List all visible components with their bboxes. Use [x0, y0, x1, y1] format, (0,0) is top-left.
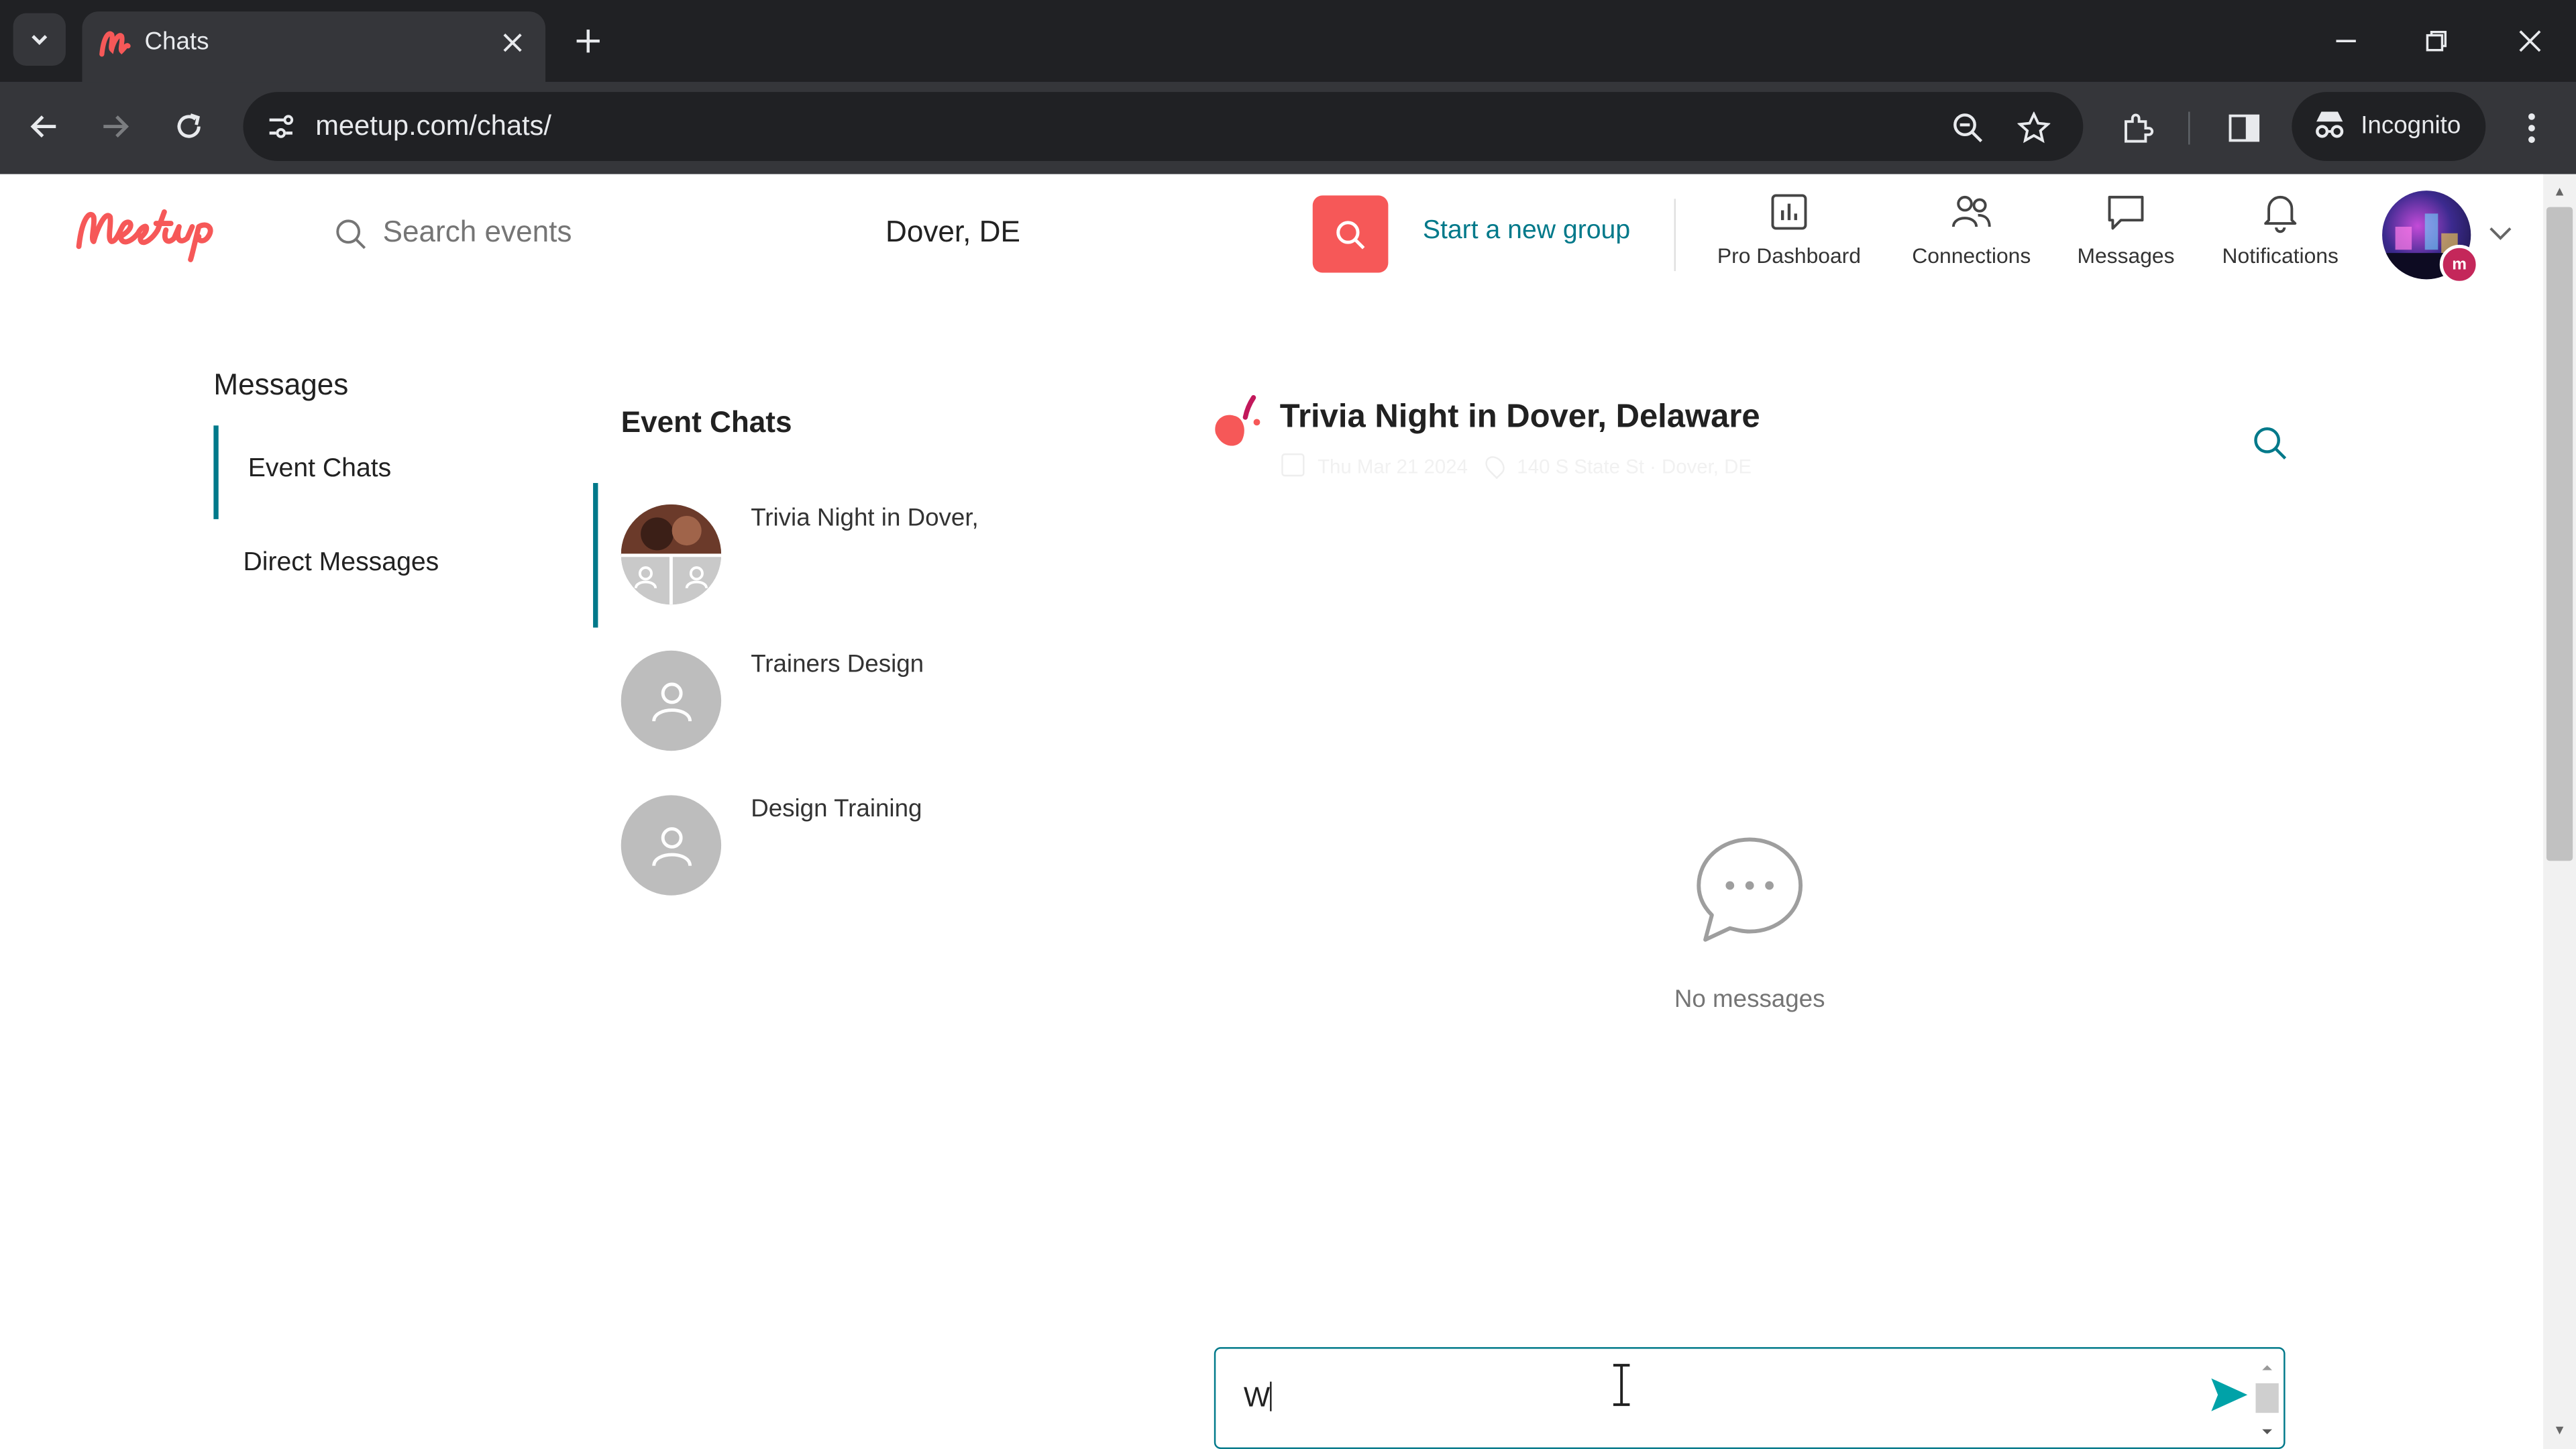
- reload-icon[interactable]: [164, 102, 213, 151]
- close-window-icon[interactable]: [2506, 16, 2555, 65]
- browser-tab-bar: Chats: [0, 0, 2576, 83]
- sidebar-item-event-chats[interactable]: Event Chats: [248, 455, 391, 484]
- minimize-icon[interactable]: [2321, 16, 2370, 65]
- conversation-title: Trivia Night in Dover, Delaware: [1279, 399, 1760, 435]
- people-icon: [1951, 195, 1991, 227]
- url-text[interactable]: meetup.com/chats/: [315, 110, 551, 143]
- address-bar[interactable]: meetup.com/chats/: [243, 92, 2084, 162]
- browser-tab[interactable]: Chats: [82, 11, 546, 83]
- chat-item-design-training[interactable]: Design Training: [751, 795, 922, 823]
- chevron-down-icon[interactable]: [2484, 217, 2517, 250]
- chat-item-trainers-design[interactable]: Trainers Design: [751, 651, 924, 679]
- event-date: Thu Mar 21 2024: [1318, 455, 1468, 478]
- plus-icon[interactable]: [567, 19, 610, 62]
- calendar-icon: [1281, 453, 1305, 477]
- person-icon: [651, 682, 691, 721]
- star-icon[interactable]: [2014, 109, 2053, 148]
- messages-label: Messages: [2077, 243, 2175, 268]
- chat-icon: [2108, 195, 2144, 230]
- group-chat-avatar[interactable]: [621, 504, 722, 605]
- no-messages-text: No messages: [1674, 985, 1825, 1014]
- connections-label: Connections: [1912, 243, 2031, 268]
- pro-dashboard-nav[interactable]: Pro Dashboard: [1712, 191, 1866, 268]
- active-indicator: [213, 425, 219, 519]
- chart-icon: [1771, 194, 1807, 230]
- site-info-icon[interactable]: [260, 105, 303, 148]
- search-events-placeholder: Search events: [382, 215, 572, 248]
- back-icon[interactable]: [19, 102, 68, 151]
- close-icon[interactable]: [496, 26, 529, 59]
- meetup-favicon-icon: [99, 28, 131, 58]
- more-icon[interactable]: [2509, 105, 2555, 152]
- start-new-group-link[interactable]: Start a new group: [1423, 217, 1630, 246]
- page-content: Search events Dover, DE Start a new grou…: [0, 174, 2544, 1449]
- browser-toolbar: meetup.com/chats/ Incognito: [0, 82, 2576, 174]
- scroll-up-icon[interactable]: ▲: [2550, 184, 2569, 203]
- chat-avatar-placeholder[interactable]: [621, 650, 722, 751]
- restore-icon[interactable]: [2412, 16, 2461, 65]
- composer-scrollbar[interactable]: [2254, 1358, 2280, 1440]
- event-address: 140 S State St · Dover, DE: [1517, 455, 1752, 478]
- scroll-down-icon[interactable]: ▼: [2550, 1423, 2569, 1442]
- active-chat-indicator: [593, 483, 598, 628]
- location-field[interactable]: Dover, DE: [885, 215, 1020, 250]
- sidebar-item-direct-messages[interactable]: Direct Messages: [243, 549, 439, 578]
- incognito-label: Incognito: [2361, 111, 2461, 140]
- toolbar-divider: [2188, 111, 2190, 145]
- incognito-icon: [2312, 109, 2348, 150]
- tab-title: Chats: [144, 28, 209, 56]
- chat-item-trivia-night[interactable]: Trivia Night in Dover,: [751, 504, 979, 533]
- message-input-text[interactable]: W: [1244, 1381, 1272, 1415]
- notifications-nav[interactable]: Notifications: [2210, 191, 2351, 268]
- empty-chat-icon: [1694, 835, 1806, 947]
- avatar-badge: m: [2439, 244, 2479, 284]
- bell-icon: [2264, 195, 2297, 233]
- event-chats-heading: Event Chats: [621, 405, 792, 439]
- conversation-search-icon[interactable]: [2249, 422, 2292, 465]
- forward-icon[interactable]: [91, 102, 140, 151]
- connections-nav[interactable]: Connections: [1902, 191, 2041, 268]
- search-button[interactable]: [1312, 195, 1389, 273]
- send-icon[interactable]: [2208, 1373, 2251, 1416]
- chat-avatar-placeholder[interactable]: [621, 795, 722, 896]
- person-icon: [651, 826, 691, 865]
- scrollbar-thumb[interactable]: [2546, 207, 2573, 861]
- search-icon: [335, 219, 368, 260]
- text-cursor-icon: [1610, 1364, 1633, 1407]
- location-pin-icon: [1482, 452, 1509, 480]
- tab-list-icon[interactable]: [13, 13, 66, 66]
- zoom-icon[interactable]: [1949, 109, 1988, 148]
- messages-nav[interactable]: Messages: [2070, 191, 2182, 268]
- message-input[interactable]: W: [1214, 1347, 2286, 1449]
- pro-dashboard-label: Pro Dashboard: [1717, 243, 1862, 268]
- incognito-button[interactable]: Incognito: [2292, 92, 2486, 162]
- event-icon: [1209, 394, 1268, 457]
- event-meta: Thu Mar 21 2024 140 S State St · Dover, D…: [1281, 452, 1752, 480]
- header-divider: [1674, 199, 1676, 272]
- sidebar-icon[interactable]: [2221, 105, 2267, 152]
- notifications-label: Notifications: [2222, 243, 2339, 268]
- extensions-icon[interactable]: [2114, 105, 2161, 152]
- messages-heading: Messages: [213, 368, 349, 401]
- meetup-logo[interactable]: [72, 197, 247, 263]
